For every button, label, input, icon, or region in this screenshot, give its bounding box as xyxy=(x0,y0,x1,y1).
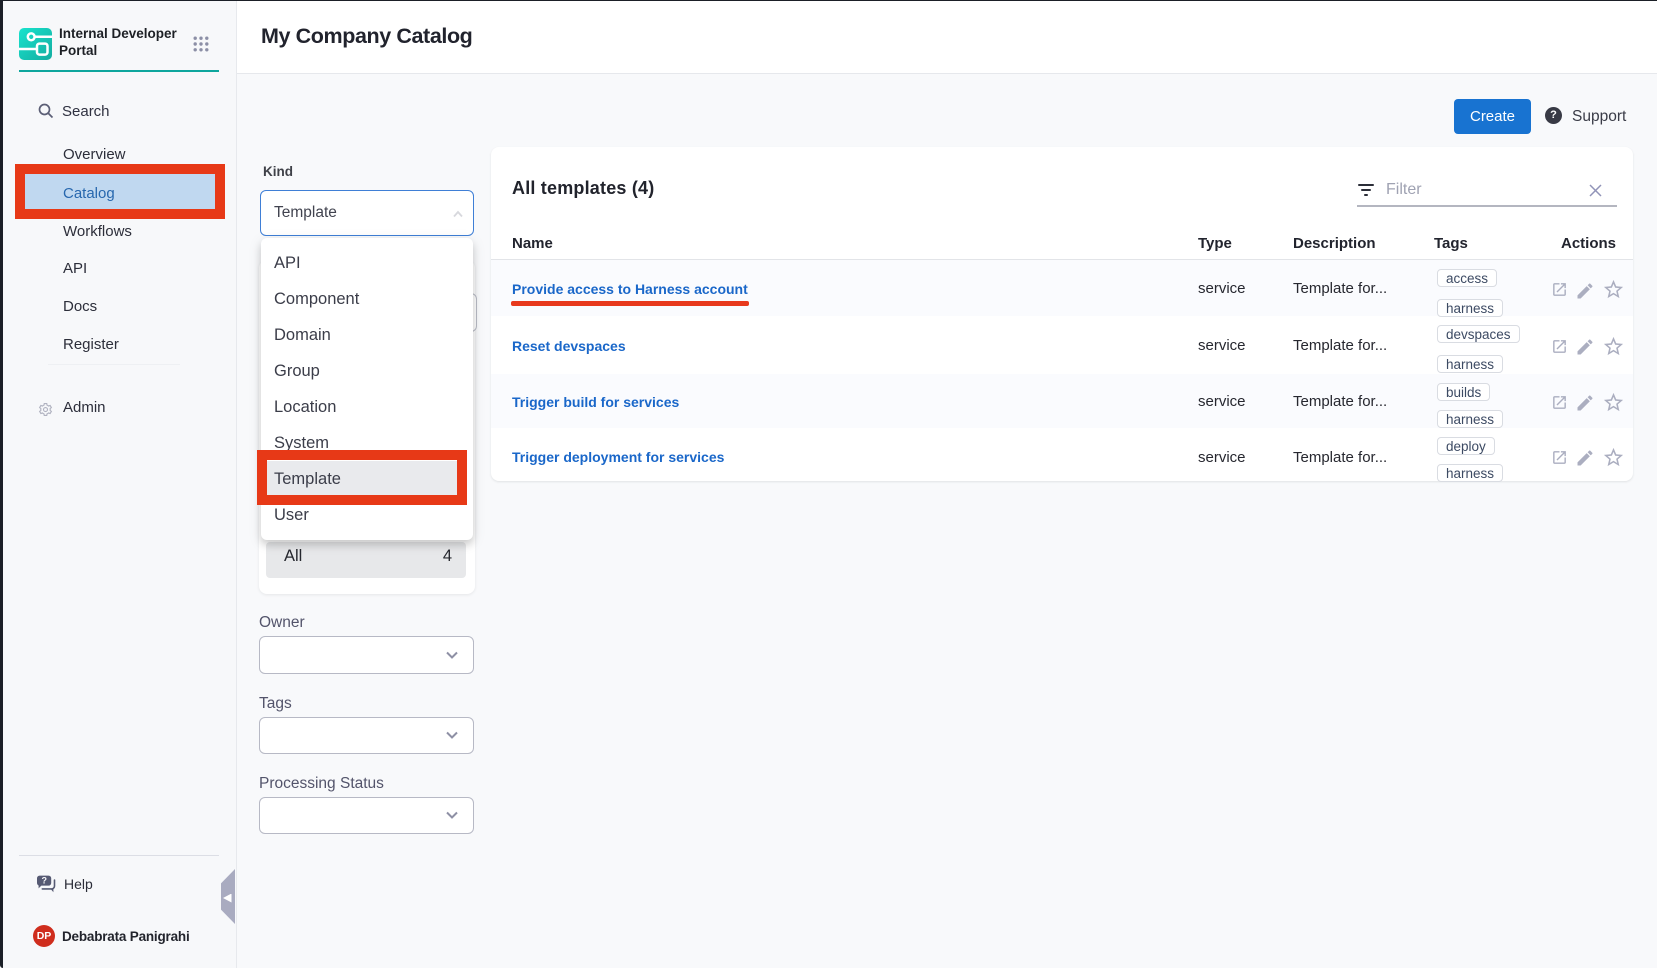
svg-text:?: ? xyxy=(41,876,47,886)
